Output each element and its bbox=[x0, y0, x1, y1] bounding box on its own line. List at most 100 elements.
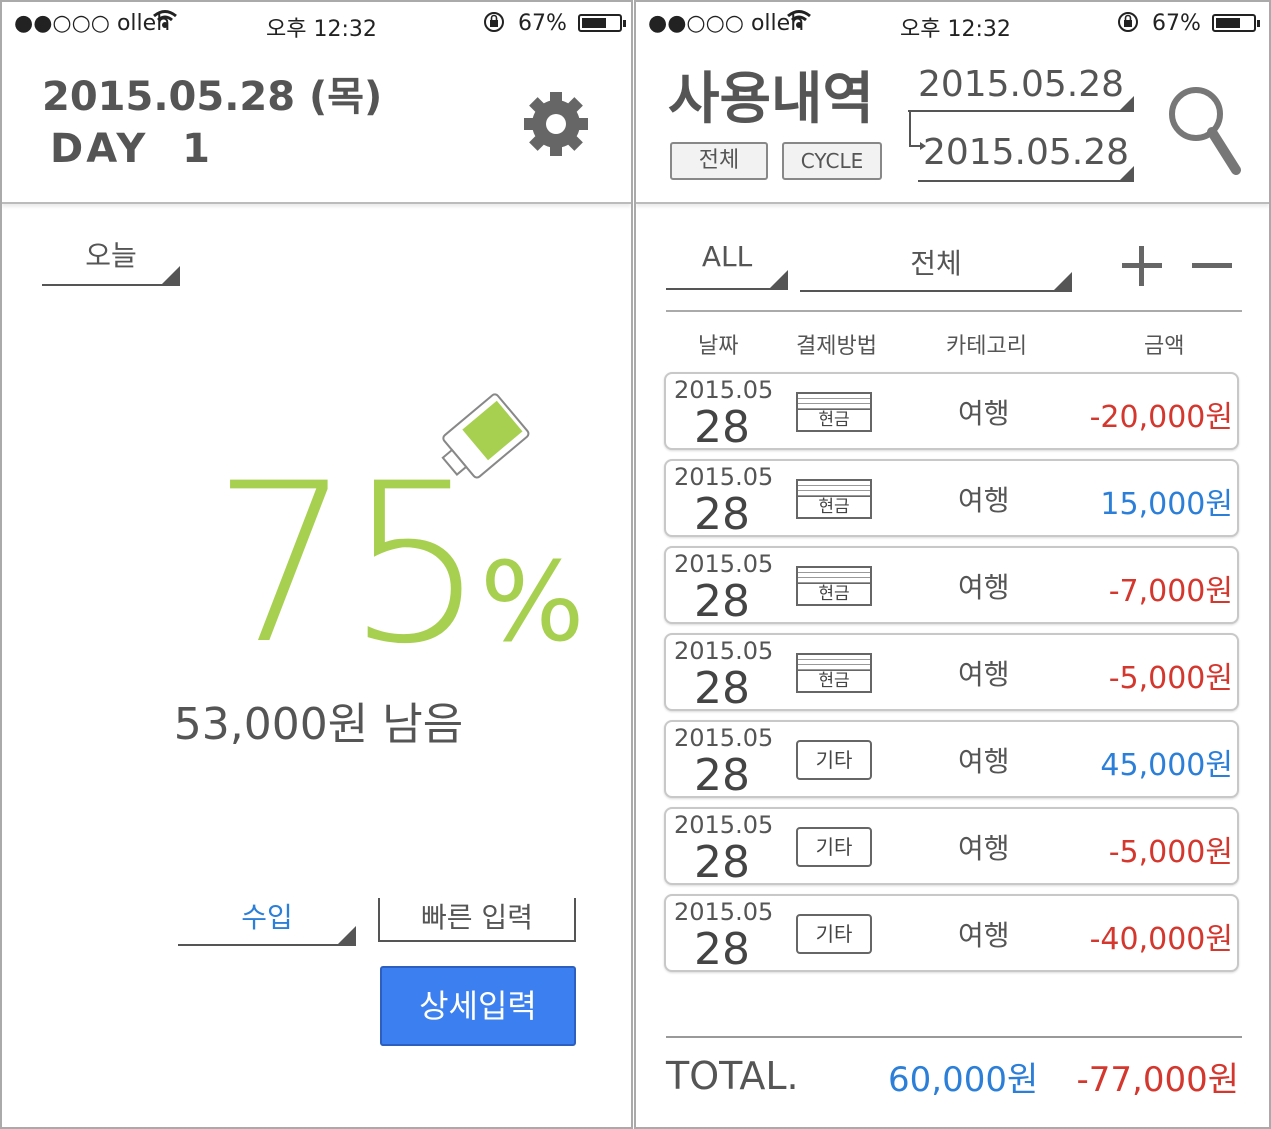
transaction-row[interactable]: 2015.05 28 현금 여행 -20,000원 bbox=[664, 372, 1239, 453]
transaction-row[interactable]: 2015.05 28 현금 여행 15,000원 bbox=[664, 459, 1239, 540]
time-label: 오후 12:32 bbox=[266, 17, 377, 42]
current-date: 2015.05.28 (목) bbox=[42, 74, 383, 120]
payment-method: 기타 bbox=[796, 914, 872, 954]
cash-payment-icon: 현금 bbox=[796, 653, 872, 693]
transaction-row[interactable]: 2015.05 28 기타 여행 -40,000원 bbox=[664, 894, 1239, 975]
column-header-payment: 결제방법 bbox=[796, 334, 877, 359]
home-screen: ●●○○○ olleh 오후 12:32 67% 2015.05.28 (목) … bbox=[0, 0, 633, 1129]
row-category: 여행 bbox=[958, 658, 1010, 691]
battery-icon bbox=[578, 14, 626, 32]
row-category: 여행 bbox=[958, 919, 1010, 952]
dropdown-arrow-icon bbox=[770, 270, 788, 288]
row-amount: 15,000원 bbox=[1100, 487, 1233, 522]
day-counter: DAY 1 bbox=[50, 126, 213, 172]
row-amount: -7,000원 bbox=[1108, 574, 1233, 609]
dropdown-arrow-icon bbox=[1120, 96, 1134, 110]
status-bar: ●●○○○ olleh 오후 12:32 67% bbox=[2, 2, 631, 46]
end-date-value: 2015.05.28 bbox=[922, 132, 1130, 173]
battery-percent: 67% bbox=[1152, 11, 1201, 36]
payment-method: 현금 bbox=[798, 583, 870, 604]
remaining-amount: 53,000원 남음 bbox=[173, 699, 464, 750]
divider bbox=[666, 310, 1242, 312]
battery-icon bbox=[1212, 14, 1260, 32]
category-filter-dropdown[interactable]: 전체 bbox=[800, 242, 1072, 292]
row-amount: -5,000원 bbox=[1108, 661, 1233, 696]
dropdown-arrow-icon bbox=[162, 266, 180, 284]
remove-icon[interactable] bbox=[1190, 244, 1234, 292]
row-day: 28 bbox=[694, 924, 750, 975]
payment-filter-label: ALL bbox=[701, 240, 753, 273]
row-amount: 45,000원 bbox=[1100, 748, 1233, 783]
row-category: 여행 bbox=[958, 571, 1010, 604]
period-dropdown[interactable]: 오늘 bbox=[42, 234, 180, 286]
status-bar: ●●○○○ olleh 오후 12:32 67% bbox=[636, 2, 1269, 46]
battery-percent: 67% bbox=[518, 11, 567, 36]
transaction-row[interactable]: 2015.05 28 기타 여행 45,000원 bbox=[664, 720, 1239, 801]
home-header: 2015.05.28 (목) DAY 1 bbox=[2, 46, 631, 204]
row-year-month: 2015.05 bbox=[674, 463, 774, 491]
row-year-month: 2015.05 bbox=[674, 898, 774, 926]
row-day: 28 bbox=[694, 837, 750, 888]
row-day: 28 bbox=[694, 576, 750, 627]
cash-payment-icon: 현금 bbox=[796, 392, 872, 432]
payment-method: 기타 bbox=[796, 827, 872, 867]
dropdown-arrow-icon bbox=[338, 926, 356, 944]
total-label: TOTAL. bbox=[666, 1054, 799, 1098]
dropdown-arrow-icon bbox=[1054, 272, 1072, 290]
payment-filter-dropdown[interactable]: ALL bbox=[666, 240, 788, 290]
history-header: 사용내역 전체 CYCLE 2015.05.28 2015.05.28 bbox=[636, 46, 1269, 204]
transaction-row[interactable]: 2015.05 28 현금 여행 -5,000원 bbox=[664, 633, 1239, 714]
row-year-month: 2015.05 bbox=[674, 811, 774, 839]
row-category: 여행 bbox=[958, 832, 1010, 865]
transaction-row[interactable]: 2015.05 28 기타 여행 -5,000원 bbox=[664, 807, 1239, 888]
all-button[interactable]: 전체 bbox=[670, 142, 768, 180]
row-day: 28 bbox=[694, 663, 750, 714]
total-expense: -77,000원 bbox=[1076, 1060, 1239, 1100]
row-category: 여행 bbox=[958, 745, 1010, 778]
row-day: 28 bbox=[694, 750, 750, 801]
row-day: 28 bbox=[694, 402, 750, 453]
payment-method: 기타 bbox=[796, 740, 872, 780]
row-year-month: 2015.05 bbox=[674, 724, 774, 752]
divider bbox=[666, 1036, 1242, 1038]
detail-input-button[interactable]: 상세입력 bbox=[380, 966, 576, 1046]
transaction-row[interactable]: 2015.05 28 현금 여행 -7,000원 bbox=[664, 546, 1239, 627]
start-date-picker[interactable]: 2015.05.28 bbox=[908, 64, 1134, 112]
budget-percentage: 75% bbox=[212, 454, 584, 674]
end-date-picker[interactable]: 2015.05.28 bbox=[918, 132, 1134, 182]
quick-input-placeholder: 빠른 입력 bbox=[421, 901, 533, 934]
add-icon[interactable] bbox=[1120, 244, 1164, 292]
percent-sign: % bbox=[479, 538, 585, 666]
category-filter-label: 전체 bbox=[910, 247, 962, 280]
settings-gear-icon[interactable] bbox=[520, 88, 592, 164]
dropdown-arrow-icon bbox=[1120, 166, 1134, 180]
column-header-amount: 금액 bbox=[1144, 334, 1185, 359]
row-amount: -5,000원 bbox=[1108, 835, 1233, 870]
start-date-value: 2015.05.28 bbox=[917, 64, 1125, 105]
column-header-date: 날짜 bbox=[698, 334, 739, 359]
table-header: 날짜 결제방법 카테고리 금액 bbox=[636, 328, 1269, 362]
row-category: 여행 bbox=[958, 484, 1010, 517]
cash-payment-icon: 현금 bbox=[796, 479, 872, 519]
cycle-button[interactable]: CYCLE bbox=[782, 142, 882, 180]
wifi-icon bbox=[786, 8, 812, 36]
period-dropdown-label: 오늘 bbox=[85, 239, 137, 272]
cash-payment-icon: 현금 bbox=[796, 566, 872, 606]
time-label: 오후 12:32 bbox=[900, 17, 1011, 42]
payment-method: 현금 bbox=[798, 409, 870, 430]
column-header-category: 카테고리 bbox=[946, 334, 1027, 359]
search-icon[interactable] bbox=[1166, 84, 1242, 180]
rotation-lock-icon bbox=[1116, 10, 1140, 40]
carrier-label: ●●○○○ olleh bbox=[648, 11, 805, 36]
quick-input-field[interactable]: 빠른 입력 bbox=[378, 898, 576, 942]
row-year-month: 2015.05 bbox=[674, 637, 774, 665]
rotation-lock-icon bbox=[482, 10, 506, 40]
carrier-label: ●●○○○ olleh bbox=[14, 11, 171, 36]
total-income: 60,000원 bbox=[888, 1060, 1039, 1100]
wifi-icon bbox=[152, 8, 178, 36]
row-year-month: 2015.05 bbox=[674, 550, 774, 578]
row-amount: -40,000원 bbox=[1089, 922, 1233, 957]
page-title: 사용내역 bbox=[668, 67, 875, 132]
income-type-dropdown[interactable]: 수입 bbox=[178, 896, 356, 946]
percent-value: 75 bbox=[212, 436, 486, 692]
